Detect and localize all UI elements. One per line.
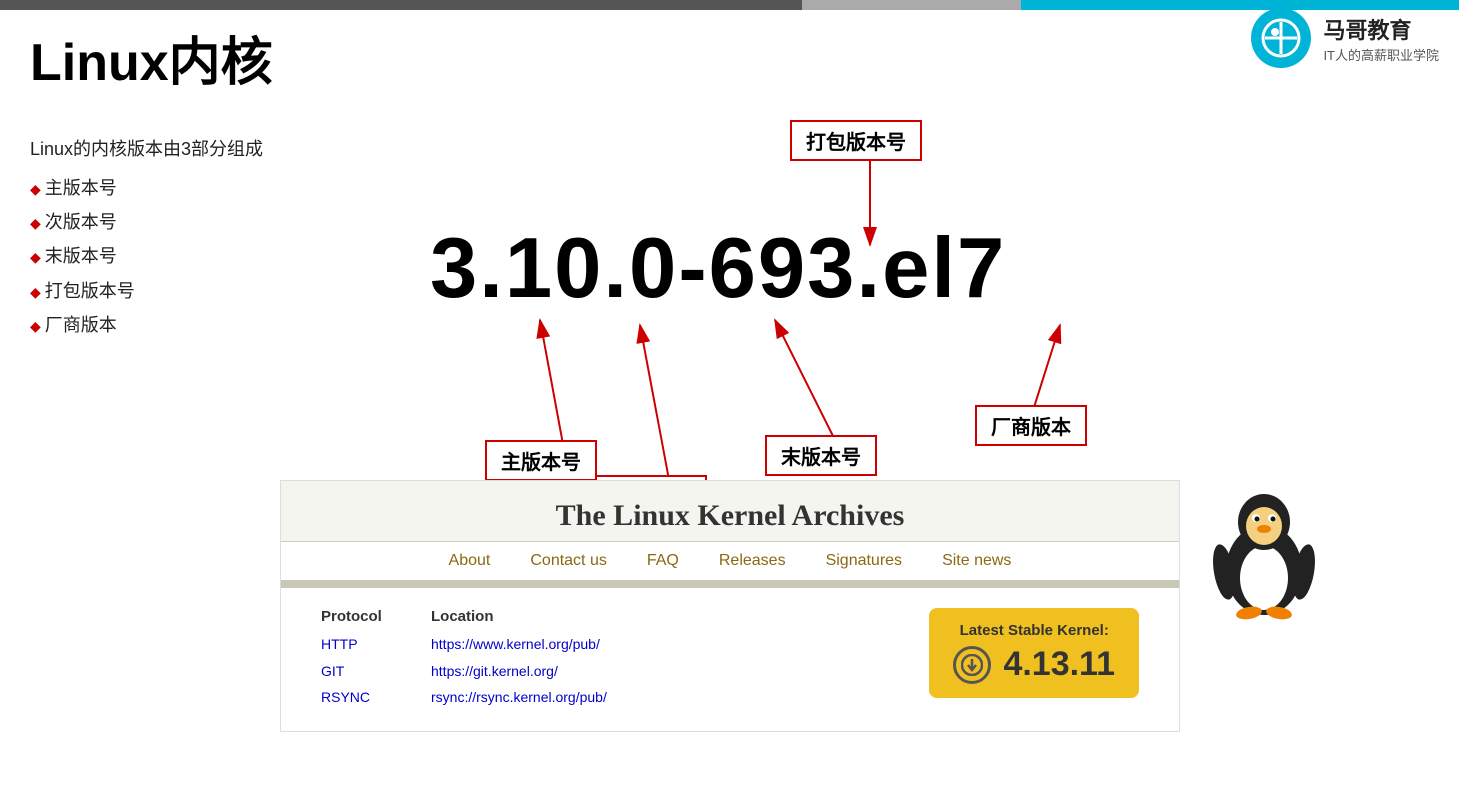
table-row-rsync: RSYNC rsync://rsync.kernel.org/pub/ xyxy=(321,684,711,711)
location-rsync[interactable]: rsync://rsync.kernel.org/pub/ xyxy=(431,684,711,711)
list-item-vendor: 厂商版本 xyxy=(30,308,263,342)
table-row-git: GIT https://git.kernel.org/ xyxy=(321,658,711,685)
top-bar-dark xyxy=(0,0,802,10)
nav-releases[interactable]: Releases xyxy=(719,552,786,570)
protocol-git: GIT xyxy=(321,658,391,685)
nav-sitenews[interactable]: Site news xyxy=(942,552,1011,570)
col-protocol-header: Protocol xyxy=(321,608,391,625)
label-major: 主版本号 xyxy=(485,440,597,481)
nav-contact[interactable]: Contact us xyxy=(530,552,606,570)
download-icon xyxy=(953,646,991,684)
label-patch: 末版本号 xyxy=(765,435,877,476)
logo-main: 马哥教育 xyxy=(1323,13,1439,45)
website-content: Protocol Location HTTP https://www.kerne… xyxy=(281,588,1179,731)
table-row-http: HTTP https://www.kernel.org/pub/ xyxy=(321,631,711,658)
top-bar-light xyxy=(802,0,1021,10)
website-title: The Linux Kernel Archives xyxy=(281,481,1179,541)
list-item-patch: 末版本号 xyxy=(30,239,263,273)
logo-icon xyxy=(1251,8,1311,68)
version-list: 主版本号 次版本号 末版本号 打包版本号 厂商版本 xyxy=(30,171,263,342)
logo-text: 马哥教育 IT人的高薪职业学院 xyxy=(1323,13,1439,64)
nav-about[interactable]: About xyxy=(449,552,491,570)
website-bar xyxy=(281,580,1179,588)
top-bar xyxy=(0,0,1459,10)
nav-signatures[interactable]: Signatures xyxy=(826,552,903,570)
website-nav[interactable]: About Contact us FAQ Releases Signatures… xyxy=(281,541,1179,580)
col-location-header: Location xyxy=(431,608,711,625)
logo-area: 马哥教育 IT人的高薪职业学院 xyxy=(1251,8,1439,68)
kernel-version-number: 4.13.11 xyxy=(1003,645,1115,684)
page-title: Linux内核 xyxy=(30,20,273,95)
location-http[interactable]: https://www.kernel.org/pub/ xyxy=(431,631,711,658)
nav-faq[interactable]: FAQ xyxy=(647,552,679,570)
logo-sub: IT人的高薪职业学院 xyxy=(1323,45,1439,64)
label-vendor: 厂商版本 xyxy=(975,405,1087,446)
left-content: Linux的内核版本由3部分组成 主版本号 次版本号 末版本号 打包版本号 厂商… xyxy=(30,135,263,342)
kernel-badge-title: Latest Stable Kernel: xyxy=(953,622,1115,639)
kernel-badge: Latest Stable Kernel: 4.13.11 xyxy=(929,608,1139,698)
protocol-table: Protocol Location HTTP https://www.kerne… xyxy=(321,608,711,711)
version-number: 3.10.0-693.el7 xyxy=(430,220,1006,318)
location-git[interactable]: https://git.kernel.org/ xyxy=(431,658,711,685)
list-item-major: 主版本号 xyxy=(30,171,263,205)
protocol-http: HTTP xyxy=(321,631,391,658)
tux-penguin xyxy=(1209,490,1319,620)
kernel-badge-version-row: 4.13.11 xyxy=(953,645,1115,684)
protocol-rsync: RSYNC xyxy=(321,684,391,711)
list-item-minor: 次版本号 xyxy=(30,205,263,239)
website-section: The Linux Kernel Archives About Contact … xyxy=(280,480,1180,732)
list-item-package: 打包版本号 xyxy=(30,274,263,308)
label-package: 打包版本号 xyxy=(790,120,922,161)
table-header-row: Protocol Location xyxy=(321,608,711,625)
intro-text: Linux的内核版本由3部分组成 xyxy=(30,135,263,161)
